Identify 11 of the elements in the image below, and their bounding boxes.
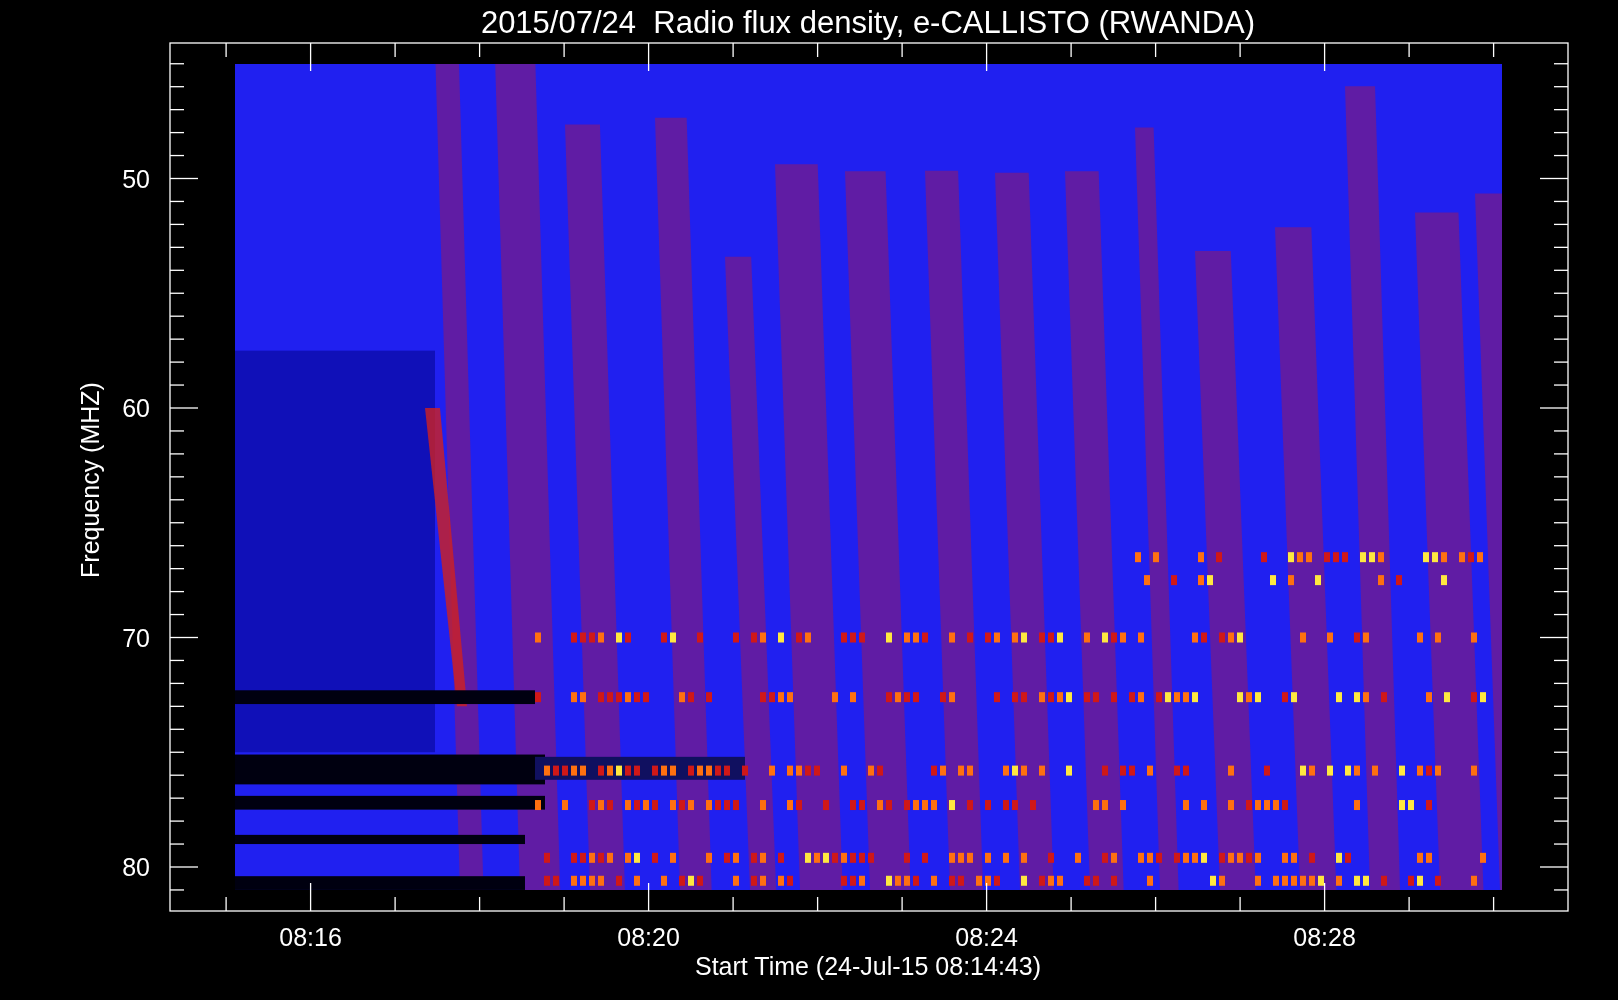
tick-label: 08:24: [955, 923, 1018, 951]
axis-label: Frequency (MHZ): [76, 382, 104, 578]
chart-title: 2015/07/24 Radio flux density, e-CALLISTO (RWANDA): [480, 5, 1256, 40]
tick-label: 70: [122, 623, 150, 652]
axis-label: Start Time (24-Jul-15 08:14:43): [695, 952, 1041, 980]
tick-label: 08:28: [1293, 923, 1356, 951]
tick-label: 50: [122, 164, 150, 193]
tick-label: 08:16: [279, 923, 342, 951]
tick-label: 60: [122, 394, 150, 422]
tick-label: 08:20: [617, 923, 680, 951]
tick-label: 80: [122, 853, 150, 881]
